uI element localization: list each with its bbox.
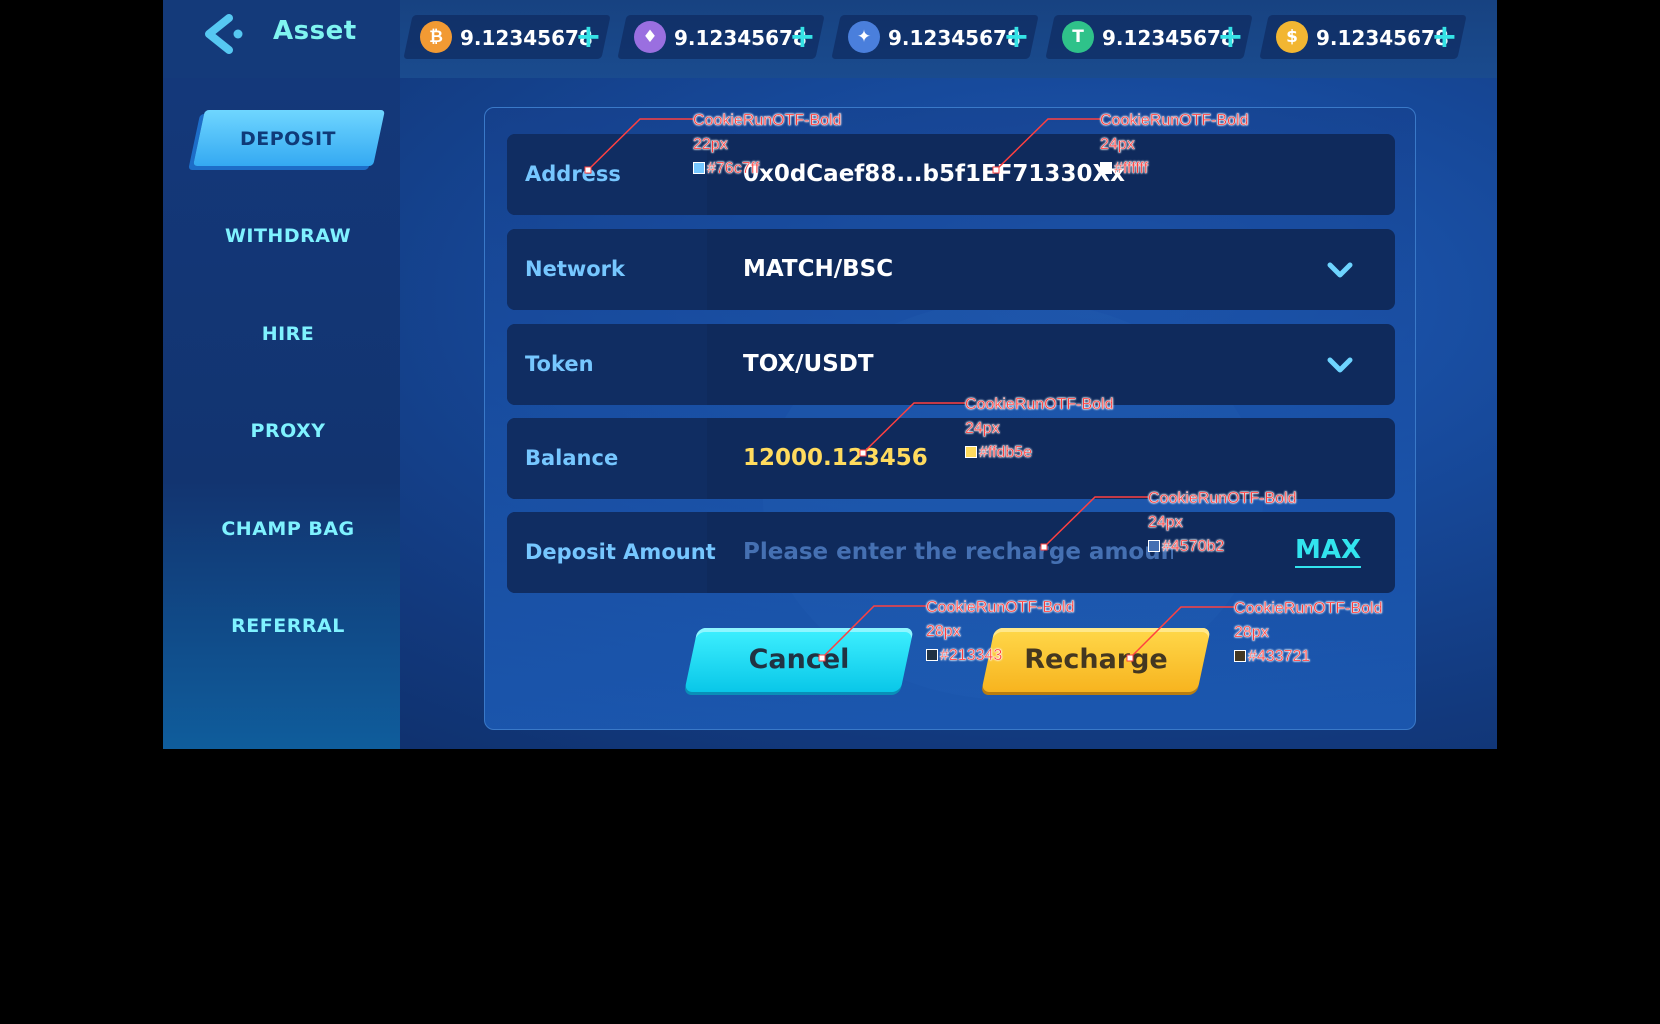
token-label: Token xyxy=(525,352,594,376)
annotation-color-value: #433721 xyxy=(1248,648,1311,665)
color-swatch xyxy=(965,446,977,458)
annotation-font: CookieRunOTF-Bold xyxy=(693,112,842,129)
annotation-recharge: CookieRunOTF-Bold 28px #433721 xyxy=(1234,597,1383,669)
annotation-font: CookieRunOTF-Bold xyxy=(1148,490,1297,507)
add-coin-button[interactable]: + xyxy=(1217,17,1244,55)
cancel-button-label: Cancel xyxy=(748,644,850,675)
top-bar: Asset ₿ 9.12345678 + ♦ 9.12345678 + ✦ 9.… xyxy=(163,0,1497,78)
annotation-color-value: #ffdb5e xyxy=(979,444,1033,461)
color-swatch xyxy=(1234,650,1246,662)
coin-balance-flame: ✦ 9.12345678 + xyxy=(831,15,1039,59)
annotation-color: #76c7ff xyxy=(693,157,842,181)
nav-item-hire[interactable]: HIRE xyxy=(191,306,385,362)
network-label: Network xyxy=(525,257,626,281)
annotation-font: CookieRunOTF-Bold xyxy=(1234,600,1383,617)
nav-item-withdraw[interactable]: WITHDRAW xyxy=(191,208,385,264)
annotation-size: 28px xyxy=(1234,624,1269,641)
annotation-address-value: CookieRunOTF-Bold 24px #ffffff xyxy=(1100,109,1249,181)
annotation-balance: CookieRunOTF-Bold 24px #ffdb5e xyxy=(965,393,1114,465)
color-swatch xyxy=(926,649,938,661)
coin-value: 9.12345678 xyxy=(674,26,807,50)
coin-value: 9.12345678 xyxy=(888,26,1021,50)
coin-value: 9.12345678 xyxy=(1102,26,1235,50)
page-title: Asset xyxy=(273,16,357,46)
annotation-font: CookieRunOTF-Bold xyxy=(965,396,1114,413)
annotation-size: 24px xyxy=(1148,514,1183,531)
nav-item-deposit[interactable]: DEPOSIT xyxy=(191,111,385,167)
add-coin-button[interactable]: + xyxy=(1003,17,1030,55)
network-row[interactable]: Network MATCH/BSC xyxy=(507,229,1395,310)
annotation-size: 24px xyxy=(965,420,1000,437)
coin-balance-btc: ₿ 9.12345678 + xyxy=(403,15,611,59)
add-coin-button[interactable]: + xyxy=(575,17,602,55)
address-label: Address xyxy=(525,162,621,186)
annotation-font: CookieRunOTF-Bold xyxy=(926,599,1075,616)
annotation-color: #ffffff xyxy=(1100,157,1249,181)
annotation-address: CookieRunOTF-Bold 22px #76c7ff xyxy=(693,109,842,181)
balance-label: Balance xyxy=(525,446,619,470)
dollar-coin-icon: $ xyxy=(1276,21,1308,53)
annotation-size: 22px xyxy=(693,136,728,153)
bitcoin-icon: ₿ xyxy=(420,21,452,53)
tether-icon: T xyxy=(1062,21,1094,53)
cancel-button[interactable]: Cancel xyxy=(684,628,914,692)
annotation-placeholder: CookieRunOTF-Bold 24px #4570b2 xyxy=(1148,487,1297,559)
annotation-color: #433721 xyxy=(1234,645,1383,669)
deposit-amount-input[interactable] xyxy=(743,530,1173,574)
color-swatch xyxy=(693,162,705,174)
add-coin-button[interactable]: + xyxy=(789,17,816,55)
annotation-color: #213343 xyxy=(926,644,1075,668)
chevron-down-icon[interactable] xyxy=(1327,352,1353,378)
nav-item-proxy[interactable]: PROXY xyxy=(191,403,385,459)
coin-value: 9.12345678 xyxy=(460,26,593,50)
annotation-size: 28px xyxy=(926,623,961,640)
annotation-color-value: #ffffff xyxy=(1114,160,1149,177)
flame-token-icon: ✦ xyxy=(848,21,880,53)
coin-balance-gold: $ 9.12345678 + xyxy=(1259,15,1467,59)
annotation-color: #ffdb5e xyxy=(965,441,1114,465)
annotation-font: CookieRunOTF-Bold xyxy=(1100,112,1249,129)
annotation-color-value: #4570b2 xyxy=(1162,538,1225,555)
annotation-color-value: #76c7ff xyxy=(707,160,760,177)
back-arrow-icon[interactable] xyxy=(203,14,245,54)
token-select-value[interactable]: TOX/USDT xyxy=(743,324,874,405)
coin-balance-eth: ♦ 9.12345678 + xyxy=(617,15,825,59)
max-button[interactable]: MAX xyxy=(1294,534,1361,568)
deposit-amount-label: Deposit Amount xyxy=(525,540,716,564)
address-row: Address 0x0dCaef88...b5f1EF71330Xx xyxy=(507,134,1395,215)
color-swatch xyxy=(1148,540,1160,552)
color-swatch xyxy=(1100,162,1112,174)
add-coin-button[interactable]: + xyxy=(1431,17,1458,55)
nav-item-referral[interactable]: REFERRAL xyxy=(191,598,385,654)
network-select-value[interactable]: MATCH/BSC xyxy=(743,229,893,310)
annotation-color: #4570b2 xyxy=(1148,535,1297,559)
balance-value: 12000.123456 xyxy=(743,445,928,471)
nav-item-champ-bag[interactable]: CHAMP BAG xyxy=(191,501,385,557)
chevron-down-icon[interactable] xyxy=(1327,257,1353,283)
annotation-color-value: #213343 xyxy=(940,647,1003,664)
annotation-cancel: CookieRunOTF-Bold 28px #213343 xyxy=(926,596,1075,668)
ethereum-icon: ♦ xyxy=(634,21,666,53)
annotation-size: 24px xyxy=(1100,136,1135,153)
token-row[interactable]: Token TOX/USDT xyxy=(507,324,1395,405)
coin-value: 9.12345678 xyxy=(1316,26,1449,50)
coin-balance-usdt: T 9.12345678 + xyxy=(1045,15,1253,59)
